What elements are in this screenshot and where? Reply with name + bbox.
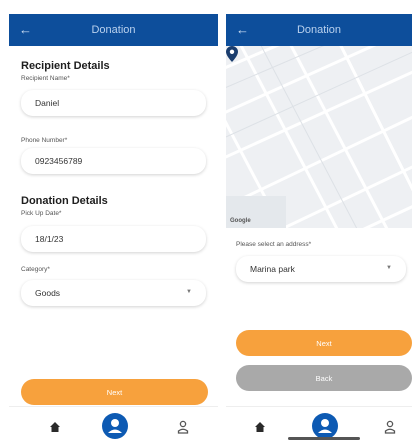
- arrow-left-icon[interactable]: ←: [236, 22, 249, 38]
- recipient-name-value: Daniel: [35, 98, 60, 108]
- address-value: Marina park: [250, 264, 295, 274]
- app-bar: ← Donation: [226, 14, 412, 46]
- phone-number-value: 0923456789: [35, 156, 83, 166]
- user-circle-icon[interactable]: [312, 413, 338, 439]
- donation-form-screen: ← Donation Recipient Details Recipient N…: [9, 0, 218, 446]
- pickup-date-input[interactable]: 18/1/23: [21, 226, 206, 252]
- donation-details-heading: Donation Details: [21, 195, 108, 207]
- recipient-details-heading: Recipient Details: [21, 60, 110, 72]
- back-button[interactable]: Back: [236, 365, 412, 391]
- address-label: Please select an address*: [236, 241, 312, 248]
- arrow-left-icon[interactable]: ←: [19, 22, 32, 38]
- map-logo: Google: [230, 218, 251, 224]
- recipient-name-label: Recipient Name*: [21, 75, 70, 82]
- bottom-nav: [226, 406, 412, 446]
- user-circle-icon[interactable]: [102, 413, 128, 439]
- donation-address-screen: ← Donation Google Please select an addre…: [226, 0, 412, 446]
- home-icon[interactable]: [254, 421, 266, 433]
- next-button[interactable]: Next: [236, 330, 412, 356]
- phone-number-label: Phone Number*: [21, 137, 68, 144]
- address-select[interactable]: Marina park ▼: [236, 256, 406, 282]
- app-bar: ← Donation: [9, 14, 218, 46]
- page-title: Donation: [91, 24, 136, 36]
- phone-number-input[interactable]: 0923456789: [21, 148, 206, 174]
- map-streets: [226, 46, 412, 228]
- pickup-date-value: 18/1/23: [35, 234, 64, 244]
- person-icon[interactable]: [177, 420, 189, 434]
- pickup-date-label: Pick Up Date*: [21, 210, 62, 217]
- bottom-nav: [9, 406, 218, 446]
- person-icon[interactable]: [384, 420, 396, 434]
- map-pin-icon: [226, 46, 238, 62]
- recipient-name-input[interactable]: Daniel: [21, 90, 206, 116]
- home-indicator: [288, 437, 360, 440]
- next-button[interactable]: Next: [21, 379, 208, 405]
- page-title: Donation: [296, 24, 342, 36]
- chevron-down-icon: ▼: [186, 289, 192, 295]
- category-select[interactable]: Goods ▼: [21, 280, 206, 306]
- home-icon[interactable]: [49, 421, 61, 433]
- category-value: Goods: [35, 288, 61, 298]
- chevron-down-icon: ▼: [386, 265, 392, 271]
- category-label: Category*: [21, 266, 50, 273]
- map-view[interactable]: Google: [226, 46, 412, 228]
